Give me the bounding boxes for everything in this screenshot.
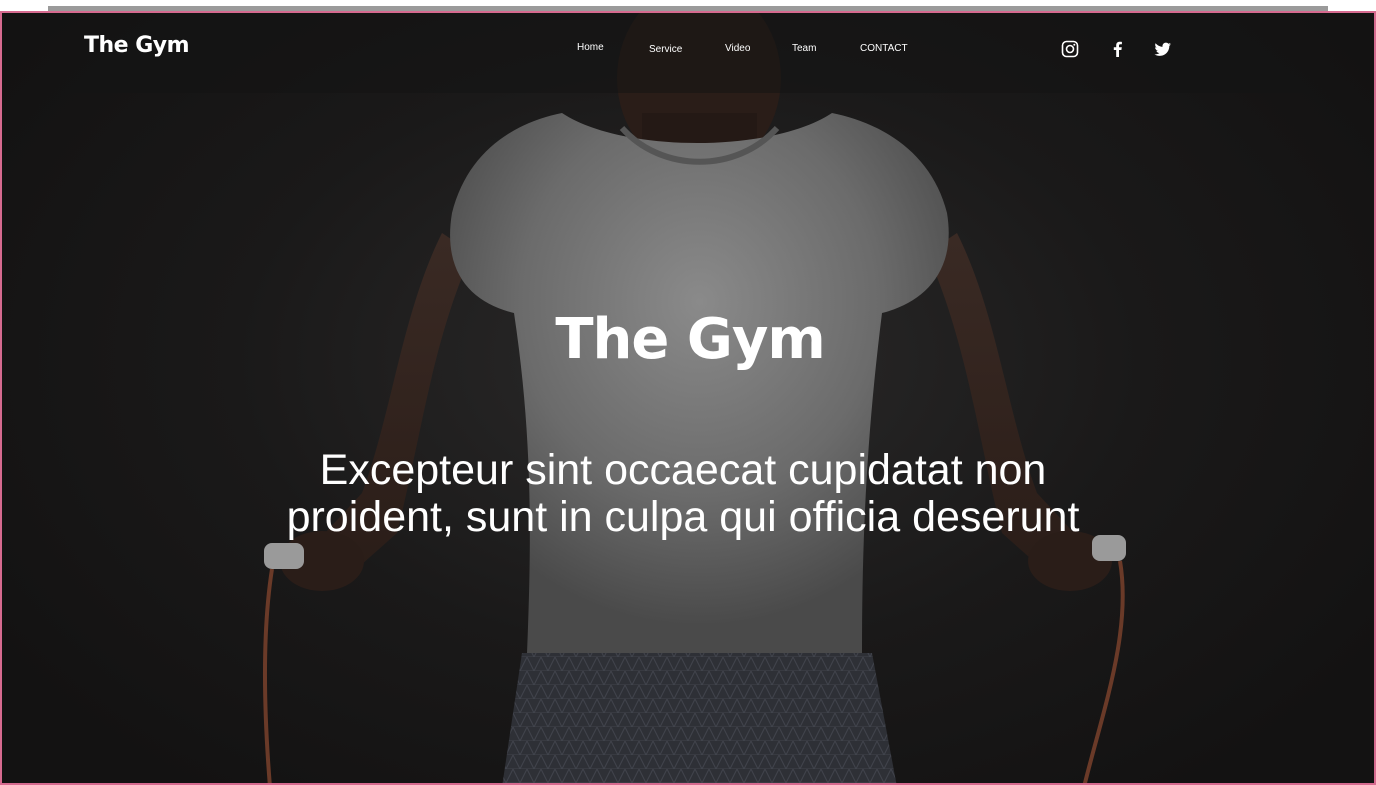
nav-link-video[interactable]: Video	[725, 43, 750, 54]
nav-link-contact[interactable]: CONTACT	[860, 43, 908, 54]
hero-section: The Gym Home Service Video Team CONTACT …	[0, 11, 1376, 785]
facebook-icon[interactable]	[1109, 40, 1127, 58]
nav-link-home[interactable]: Home	[577, 42, 604, 53]
athlete-background-image	[263, 13, 1126, 783]
top-navigation-bar	[50, 13, 1330, 93]
site-logo[interactable]: The Gym	[84, 33, 190, 58]
nav-link-team[interactable]: Team	[792, 43, 816, 54]
hero-subtitle: Excepteur sint occaecat cupidatat non pr…	[286, 446, 1080, 541]
hero-title: The Gym	[555, 307, 825, 372]
nav-link-service[interactable]: Service	[649, 44, 682, 55]
twitter-icon[interactable]	[1154, 40, 1172, 58]
instagram-icon[interactable]	[1061, 40, 1079, 58]
